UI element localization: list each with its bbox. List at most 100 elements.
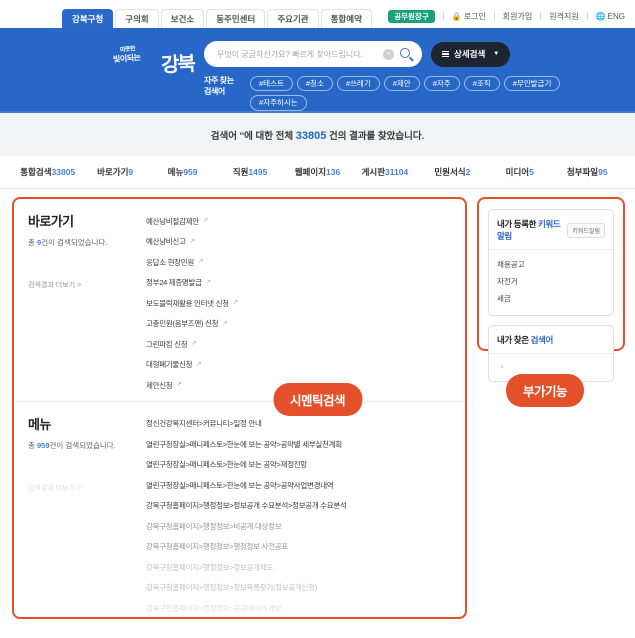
list-item[interactable]: 예산낭비신고↗ <box>146 232 451 253</box>
login-label: 로그인 <box>464 11 486 22</box>
external-link-icon: ↗ <box>196 362 201 369</box>
tab-staff[interactable]: 직원1495 <box>216 166 283 178</box>
close-icon[interactable]: × <box>497 360 605 373</box>
tab-shortcuts[interactable]: 바로가기9 <box>81 166 148 178</box>
public-servant-badge[interactable]: 공무원장구 <box>388 10 435 24</box>
external-link-icon: ↗ <box>198 259 203 266</box>
remote-support-link[interactable]: 원격지원 <box>549 11 578 22</box>
frequent-keywords-label: 자주 찾는 검색어 <box>204 76 250 111</box>
keyword-tag[interactable]: #조직 <box>464 76 500 91</box>
login-link[interactable]: 🔒 로그인 <box>452 11 486 22</box>
keyword-alert-title: 내가 등록한 키워드 알림 <box>497 218 567 242</box>
list-item[interactable]: 강북구청홈페이지>행정정보>비공개 대상정보 <box>146 516 451 537</box>
hero-search-banner: 따뜻한 빛이되는 강북 × 상세검색 ▼ 자주 찾는 검색 <box>0 28 635 113</box>
search-icon[interactable] <box>400 48 413 61</box>
list-item[interactable]: 그린파킹 신청↗ <box>146 334 451 355</box>
lock-icon: 🔒 <box>452 12 462 21</box>
external-link-icon: ↗ <box>176 382 181 389</box>
advanced-search-label: 상세검색 <box>454 48 485 60</box>
menu-lines-icon <box>442 51 449 58</box>
list-item[interactable]: 채용공고 <box>497 256 605 273</box>
list-item[interactable]: 대형폐기물신청↗ <box>146 355 451 376</box>
divider <box>494 12 495 20</box>
list-item[interactable]: 정부24 제증명발급↗ <box>146 273 451 294</box>
tab-integrated-search[interactable]: 통합검색33805 <box>14 166 81 178</box>
extra-features-panel: 내가 등록한 키워드 알림 키워드알림 채용공고 자전거 세금 내가 찾은 검색… <box>477 197 625 351</box>
external-link-icon: ↗ <box>206 280 211 287</box>
keyword-tag[interactable]: #쓰레기 <box>337 76 380 91</box>
menu-section: 메뉴 총 959건이 검색되었습니다. 검색결과 더보기 > 정신건강복지센터>… <box>14 401 465 619</box>
summary-count: 33805 <box>296 130 327 142</box>
site-logo[interactable]: 따뜻한 빛이되는 강북 <box>110 42 196 76</box>
keyword-tag[interactable]: #자주하시는 <box>250 95 307 110</box>
external-link-icon: ↗ <box>190 239 195 246</box>
list-item[interactable]: 강북구청홈페이지>행정정보>정보목록찾기(정보공개신청) <box>146 578 451 599</box>
keyword-tag[interactable]: #제안 <box>384 76 420 91</box>
list-item[interactable]: 자전거 <box>497 273 605 290</box>
list-item[interactable]: 열린구청장실>매니페스토>한눈에 보는 공약>공약사업변경내역 <box>146 475 451 496</box>
search-box[interactable]: × <box>204 41 422 67</box>
keyword-tag[interactable]: #무인발급기 <box>504 76 561 91</box>
shortcuts-result-list: 예산낭비절감제안↗ 예산낭비신고↗ 응답소 현장민원↗ 정부24 제증명발급↗ … <box>146 211 451 396</box>
site-tab-gangbuk-office[interactable]: 강북구청 <box>62 9 113 29</box>
menu-count-text: 총 959건이 검색되었습니다. <box>28 440 146 451</box>
recent-search-title: 내가 찾은 검색어 <box>497 334 553 346</box>
site-tab-group: 강북구청 구의회 보건소 동주민센터 주요기관 통합예약 <box>62 9 372 29</box>
list-item[interactable]: 열린구청장실>매니페스토>한눈에 보는 공약>공약별 세부실천계획 <box>146 434 451 455</box>
chevron-down-icon: ▼ <box>493 51 499 57</box>
divider <box>540 12 541 20</box>
top-utility-bar: 강북구청 구의회 보건소 동주민센터 주요기관 통합예약 공무원장구 🔒 로그인… <box>0 0 635 28</box>
tab-media[interactable]: 미디어5 <box>486 166 553 178</box>
keyword-tag[interactable]: #테스트 <box>250 76 293 91</box>
tab-attachments[interactable]: 첨부파일95 <box>554 166 621 178</box>
keyword-alert-card: 내가 등록한 키워드 알림 키워드알림 채용공고 자전거 세금 <box>488 209 614 316</box>
language-eng-link[interactable]: 🌐 ENG <box>596 12 625 21</box>
list-item[interactable]: 보도블럭재활용 인터넷 신청↗ <box>146 293 451 314</box>
logo-text-mid: 빛이되는 <box>113 52 141 65</box>
tab-board[interactable]: 게시판31104 <box>351 166 418 178</box>
logo-text-main: 강북 <box>160 47 194 78</box>
advanced-search-button[interactable]: 상세검색 ▼ <box>431 42 510 67</box>
result-summary-text: 검색어 ''에 대한 전체 33805 건의 결과를 찾았습니다. <box>211 128 425 142</box>
site-tab-integrated-reservation[interactable]: 통합예약 <box>321 9 372 29</box>
clear-icon[interactable]: × <box>383 49 394 60</box>
top-utility-links: 공무원장구 🔒 로그인 회원가입 원격지원 🌐 ENG <box>388 10 625 29</box>
recent-search-header: 내가 찾은 검색어 <box>489 326 613 354</box>
shortcuts-count-text: 총 9건이 검색되었습니다. <box>28 237 146 248</box>
list-item[interactable]: 세금 <box>497 290 605 307</box>
keyword-tag[interactable]: #자주 <box>424 76 460 91</box>
menu-title: 메뉴 <box>28 414 146 433</box>
keyword-alert-button[interactable]: 키워드알림 <box>567 223 605 238</box>
list-item[interactable]: 예산낭비절감제안↗ <box>146 211 451 232</box>
annotation-extra-features: 부가기능 <box>506 374 584 407</box>
semantic-search-panel: 바로가기 총 9건이 검색되었습니다. 검색결과 더보기 > 예산낭비절감제안↗… <box>12 197 467 619</box>
shortcuts-section: 바로가기 총 9건이 검색되었습니다. 검색결과 더보기 > 예산낭비절감제안↗… <box>14 199 465 396</box>
tab-civil-forms[interactable]: 민원서식2 <box>419 166 486 178</box>
tab-menu[interactable]: 메뉴959 <box>149 166 216 178</box>
site-tab-council[interactable]: 구의회 <box>115 9 158 29</box>
shortcuts-section-header: 바로가기 총 9건이 검색되었습니다. 검색결과 더보기 > <box>28 211 146 396</box>
menu-more-link[interactable]: 검색결과 더보기 > <box>28 483 146 493</box>
keyword-alert-header: 내가 등록한 키워드 알림 키워드알림 <box>489 210 613 250</box>
list-item[interactable]: 열린구청장실>매니페스토>한눈에 보는 공약>재정전망 <box>146 455 451 476</box>
list-item[interactable]: 응답소 현장민원↗ <box>146 252 451 273</box>
menu-result-list: 정신건강복지센터>커뮤니티>일정 안내 열린구청장실>매니페스토>한눈에 보는 … <box>146 414 451 619</box>
list-item[interactable]: 강북구청홈페이지>행정정보>행정정보 사전공표 <box>146 537 451 558</box>
external-link-icon: ↗ <box>222 321 227 328</box>
keyword-tag[interactable]: #청소 <box>297 76 333 91</box>
list-item[interactable]: 고충민원(옴부즈맨) 신청↗ <box>146 314 451 335</box>
search-input[interactable] <box>217 50 383 59</box>
site-tab-dong-center[interactable]: 동주민센터 <box>206 9 265 29</box>
list-item[interactable]: 강북구청홈페이지>행정정보>공공데이터 개방 <box>146 598 451 619</box>
list-item[interactable]: 정신건강복지센터>커뮤니티>일정 안내 <box>146 414 451 435</box>
shortcuts-more-link[interactable]: 검색결과 더보기 > <box>28 280 146 290</box>
divider <box>587 12 588 20</box>
list-item[interactable]: 강북구청홈페이지>행정정보>정보공개 수요분석>정보공개 수요분석 <box>146 496 451 517</box>
site-tab-main-agencies[interactable]: 주요기관 <box>267 9 318 29</box>
menu-section-header: 메뉴 총 959건이 검색되었습니다. 검색결과 더보기 > <box>28 414 146 619</box>
list-item[interactable]: 강북구청홈페이지>행정정보>정보공개제도 <box>146 557 451 578</box>
site-tab-health-center[interactable]: 보건소 <box>161 9 204 29</box>
result-type-tab-bar: 통합검색33805 바로가기9 메뉴959 직원1495 웹페이지136 게시판… <box>0 156 635 189</box>
signup-link[interactable]: 회원가입 <box>503 11 532 22</box>
tab-webpage[interactable]: 웹페이지136 <box>284 166 351 178</box>
